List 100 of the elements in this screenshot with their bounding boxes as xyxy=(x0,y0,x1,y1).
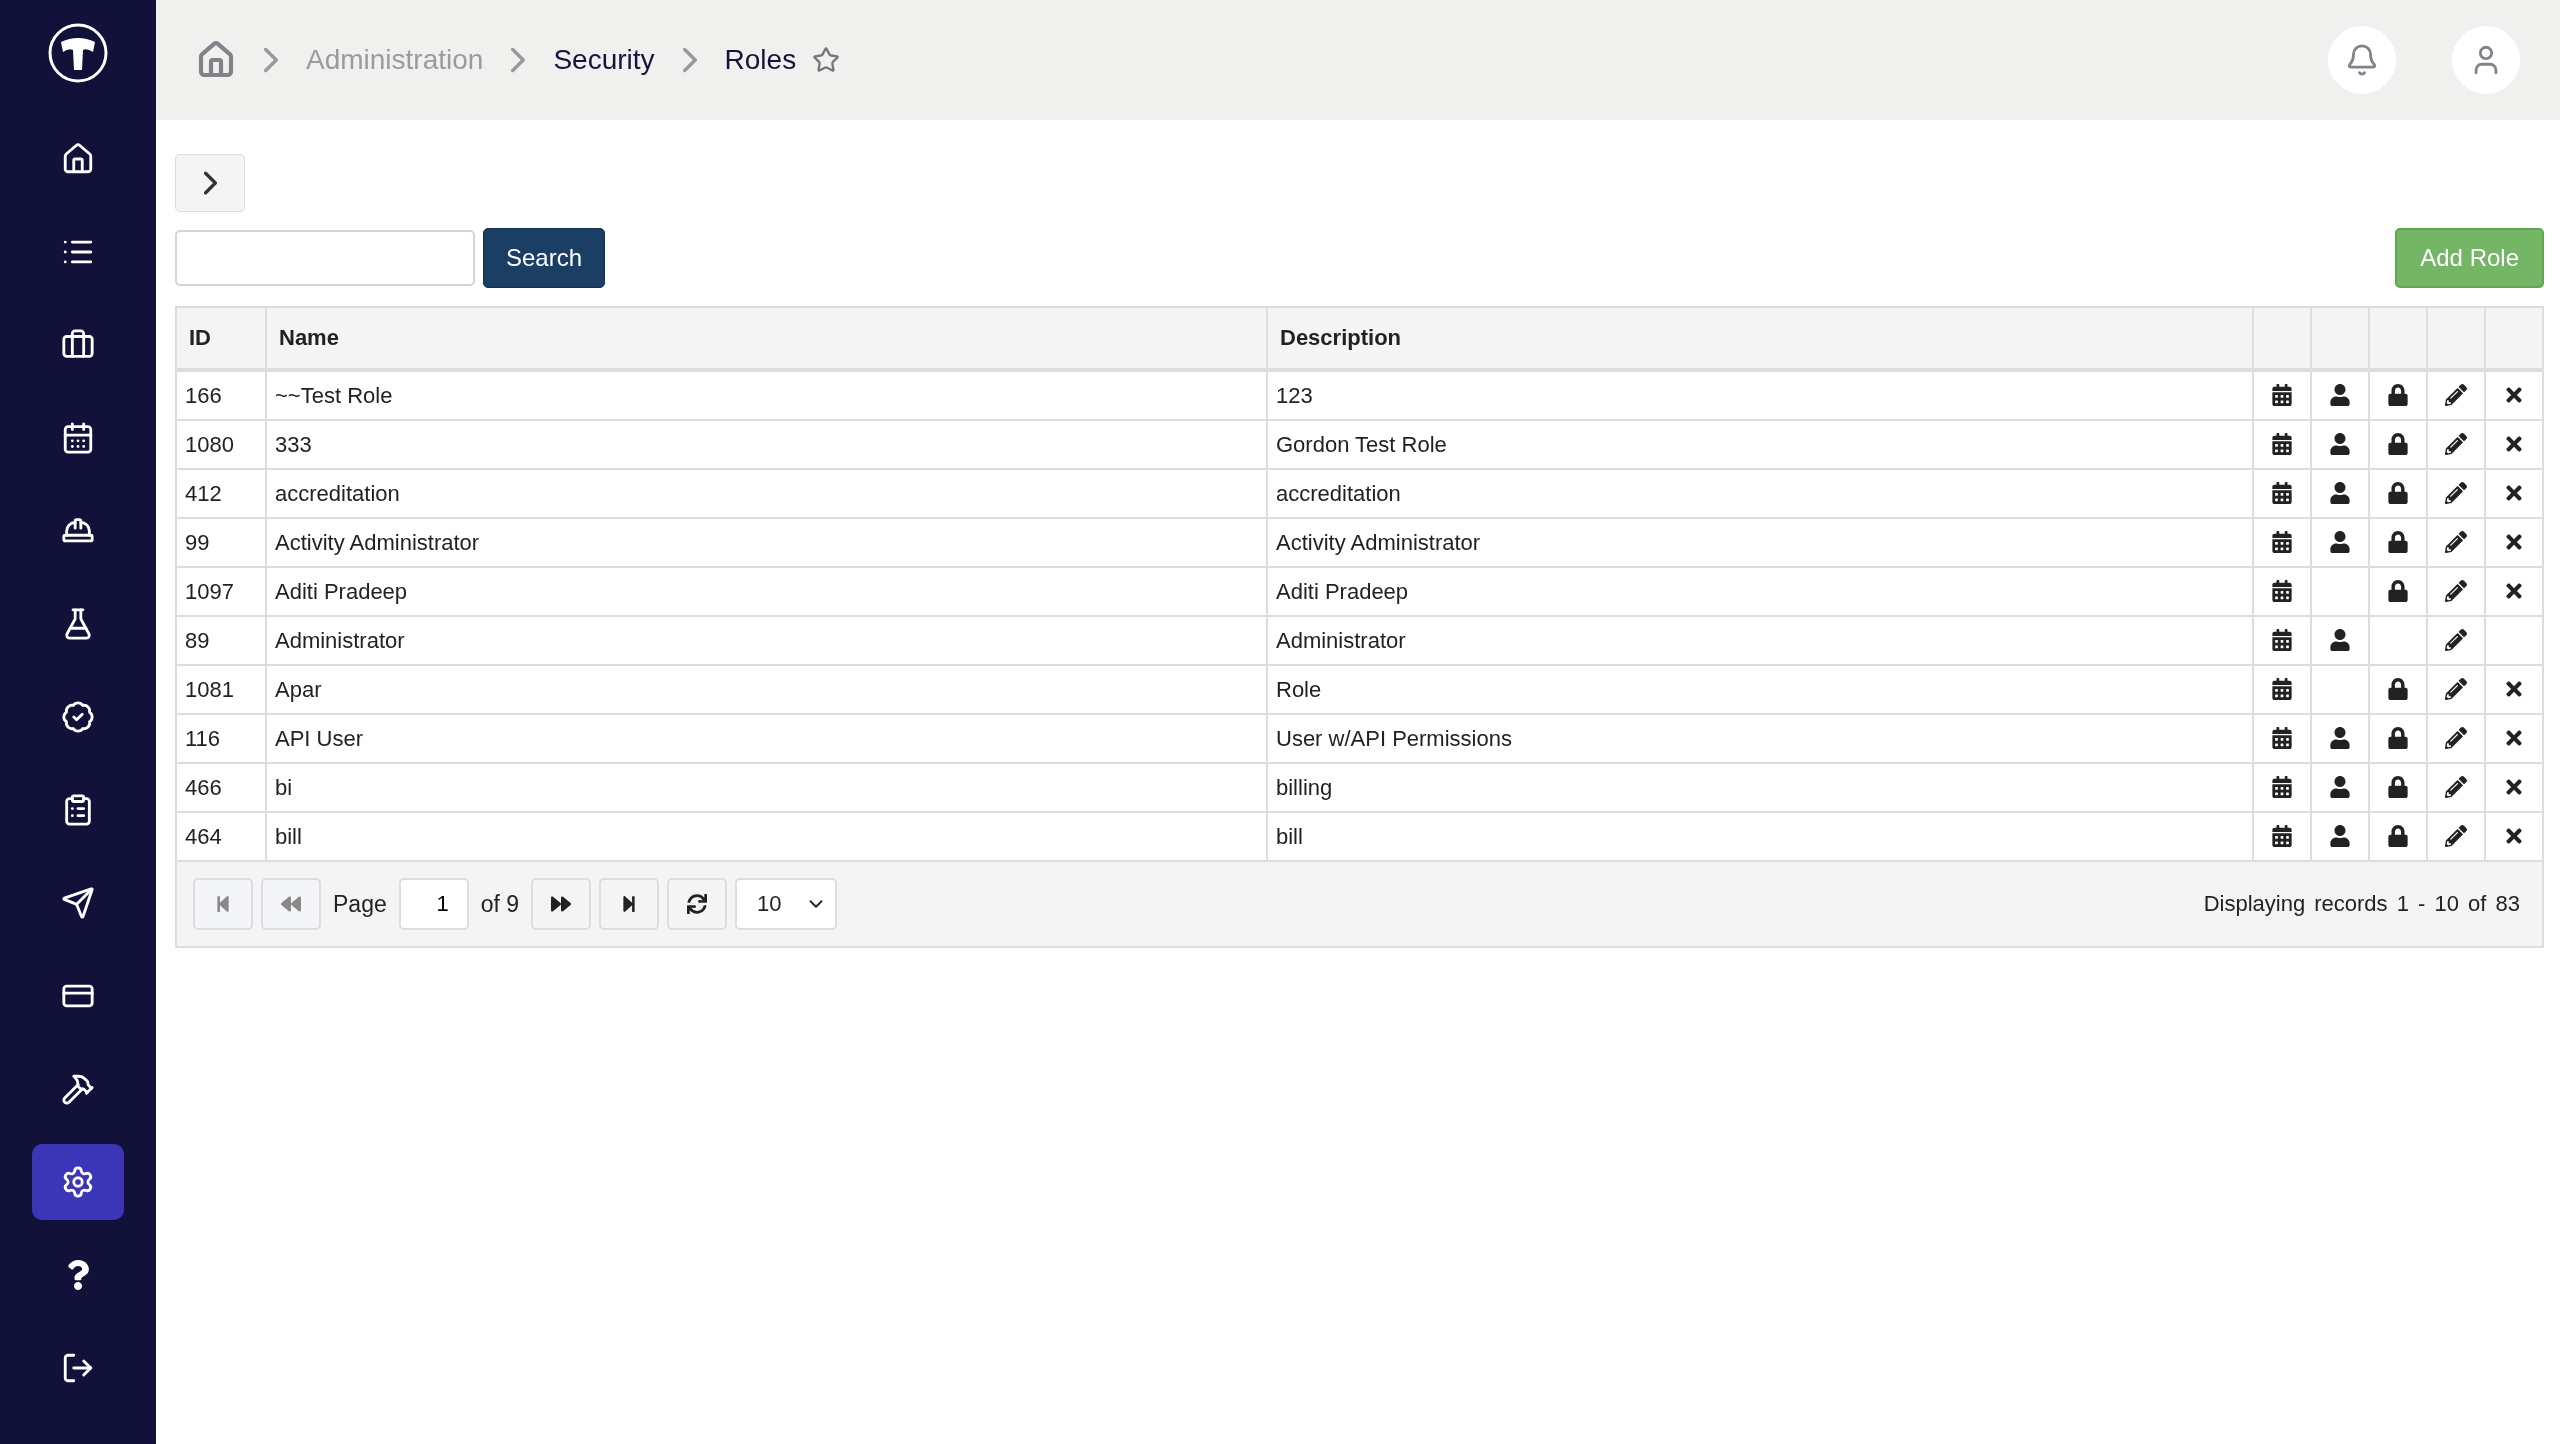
column-header[interactable]: ID xyxy=(176,307,266,370)
fast-forward-icon xyxy=(551,894,572,914)
chevron-right-icon xyxy=(682,46,697,74)
refresh-button[interactable] xyxy=(667,878,728,930)
logo-icon xyxy=(47,22,109,84)
hammer-icon xyxy=(61,1072,95,1106)
expand-button[interactable] xyxy=(175,154,245,212)
lock-icon[interactable] xyxy=(2385,528,2411,555)
breadcrumb-link[interactable]: Roles xyxy=(724,44,797,76)
table-cell: 412 xyxy=(176,469,266,518)
column-header[interactable]: Name xyxy=(266,307,1267,370)
page-label: Page xyxy=(332,890,388,918)
user-icon[interactable] xyxy=(2327,822,2353,849)
table-cell: Aditi Pradeep xyxy=(266,567,1267,616)
table-cell: 1081 xyxy=(176,665,266,714)
pencil-icon[interactable] xyxy=(2443,773,2469,800)
lock-icon[interactable] xyxy=(2385,773,2411,800)
table-cell: 99 xyxy=(176,518,266,567)
calendar-icon[interactable] xyxy=(2269,822,2295,849)
calendar-icon[interactable] xyxy=(2269,675,2295,702)
breadcrumb-link[interactable]: Security xyxy=(553,44,655,76)
calendar-icon[interactable] xyxy=(2269,626,2295,653)
user-icon[interactable] xyxy=(2327,479,2353,506)
user-icon[interactable] xyxy=(2327,724,2353,751)
rewind-icon xyxy=(281,894,301,914)
pencil-icon[interactable] xyxy=(2443,626,2469,653)
next-page-button[interactable] xyxy=(531,878,592,930)
pencil-icon[interactable] xyxy=(2443,528,2469,555)
table-cell: 89 xyxy=(176,616,266,665)
logout-icon xyxy=(61,1351,95,1385)
pencil-icon[interactable] xyxy=(2443,430,2469,457)
calendar-icon[interactable] xyxy=(2269,528,2295,555)
lock-icon[interactable] xyxy=(2385,675,2411,702)
user-icon[interactable] xyxy=(2327,773,2353,800)
star-icon[interactable] xyxy=(812,46,841,74)
pencil-icon[interactable] xyxy=(2443,822,2469,849)
chevron-right-icon xyxy=(264,46,278,74)
page-count: of 9 xyxy=(479,890,521,918)
calendar-icon[interactable] xyxy=(2269,724,2295,751)
settings-icon xyxy=(61,1165,95,1199)
home-icon[interactable] xyxy=(196,40,236,80)
table-cell: Administrator xyxy=(266,616,1267,665)
pencil-icon[interactable] xyxy=(2443,675,2469,702)
table-cell: bi xyxy=(266,763,1267,812)
pencil-icon[interactable] xyxy=(2443,577,2469,604)
records-summary: Displaying records 1 - 10 of 83 xyxy=(2203,891,2520,917)
table-cell: accreditation xyxy=(266,469,1267,518)
table-cell: ~~Test Role xyxy=(266,370,1267,420)
table-cell: Role xyxy=(1267,665,2253,714)
table-cell: Activity Administrator xyxy=(266,518,1267,567)
calendar-icon[interactable] xyxy=(2269,381,2295,408)
table-cell: billing xyxy=(1267,763,2253,812)
sidebar-item[interactable] xyxy=(32,1144,124,1220)
chevron-right-icon xyxy=(511,46,526,74)
lock-icon[interactable] xyxy=(2385,724,2411,751)
search-field[interactable] xyxy=(175,230,475,286)
lock-icon[interactable] xyxy=(2385,381,2411,408)
table-cell: Administrator xyxy=(1267,616,2253,665)
table-cell: API User xyxy=(266,714,1267,763)
pencil-icon[interactable] xyxy=(2443,381,2469,408)
calendar-icon[interactable] xyxy=(2269,430,2295,457)
refresh-icon xyxy=(687,894,708,914)
search-button[interactable]: Search xyxy=(483,228,606,288)
page-size-select[interactable]: 10 xyxy=(735,878,838,930)
table-cell: accreditation xyxy=(1267,469,2253,518)
table-cell: User w/API Permissions xyxy=(1267,714,2253,763)
table-cell: 1080 xyxy=(176,420,266,469)
first-page-icon xyxy=(214,895,232,913)
send-icon xyxy=(61,886,95,920)
table-cell: 1097 xyxy=(176,567,266,616)
chevron-right-icon xyxy=(203,170,217,196)
pencil-icon[interactable] xyxy=(2443,479,2469,506)
lock-icon[interactable] xyxy=(2385,430,2411,457)
calendar-icon[interactable] xyxy=(2269,479,2295,506)
calendar-icon xyxy=(61,421,95,455)
lock-icon[interactable] xyxy=(2385,577,2411,604)
calendar-icon[interactable] xyxy=(2269,577,2295,604)
page-field[interactable]: 1 xyxy=(398,878,469,930)
user-icon[interactable] xyxy=(2327,528,2353,555)
calendar-icon[interactable] xyxy=(2269,773,2295,800)
table-cell: 166 xyxy=(176,370,266,420)
table-cell: Aditi Pradeep xyxy=(1267,567,2253,616)
lock-icon[interactable] xyxy=(2385,479,2411,506)
table-cell: 123 xyxy=(1267,370,2253,420)
column-header[interactable]: Description xyxy=(1267,307,2253,370)
table-cell: 333 xyxy=(266,420,1267,469)
user-icon[interactable] xyxy=(2327,626,2353,653)
table-cell: Gordon Test Role xyxy=(1267,420,2253,469)
user-icon[interactable] xyxy=(2327,430,2353,457)
table-cell: 116 xyxy=(176,714,266,763)
home-icon xyxy=(61,142,95,176)
last-page-button[interactable] xyxy=(599,878,660,930)
user-icon[interactable] xyxy=(2327,381,2353,408)
table-cell: Activity Administrator xyxy=(1267,518,2253,567)
table-cell: 466 xyxy=(176,763,266,812)
table-cell: Apar xyxy=(266,665,1267,714)
pencil-icon[interactable] xyxy=(2443,724,2469,751)
bell-icon xyxy=(2345,43,2379,77)
lock-icon[interactable] xyxy=(2385,822,2411,849)
badge-check-icon xyxy=(61,700,95,734)
